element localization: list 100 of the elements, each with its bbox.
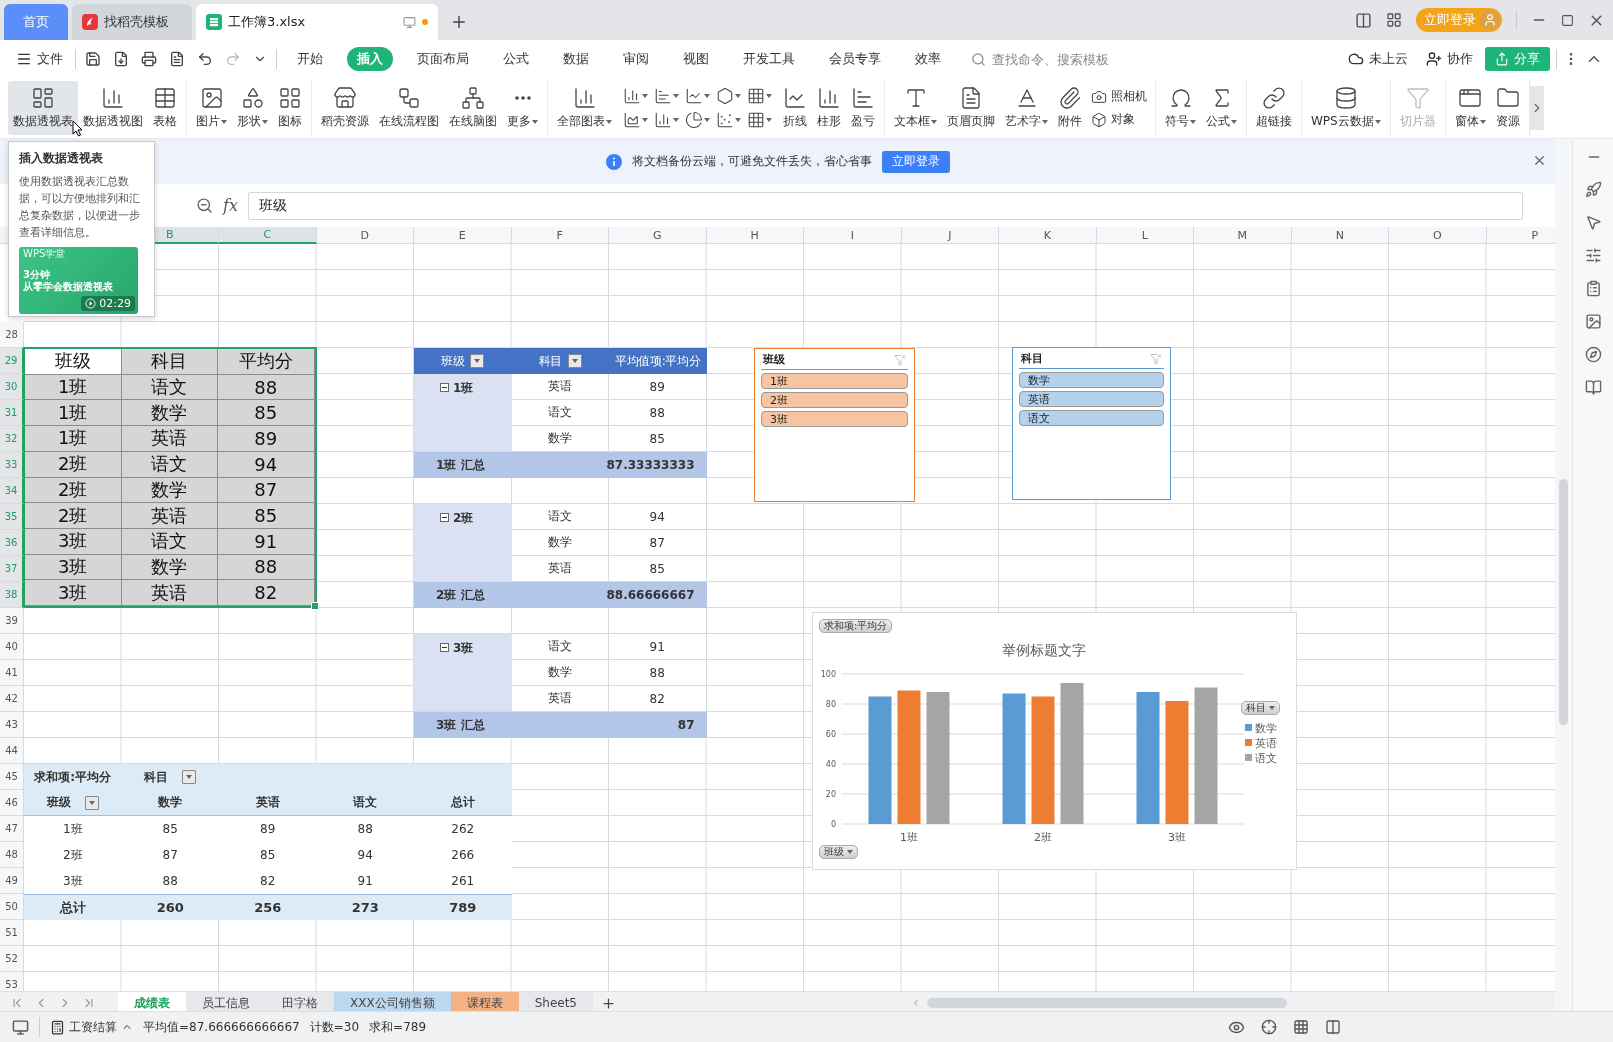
ribbon-button[interactable]: 超链接 bbox=[1251, 81, 1297, 135]
filter-dropdown-button[interactable] bbox=[470, 354, 485, 368]
filter-dropdown-button[interactable] bbox=[182, 770, 197, 784]
collapse-toggle-icon[interactable] bbox=[440, 383, 449, 392]
ribbon-button[interactable]: 公式 bbox=[1201, 81, 1242, 135]
column-header[interactable]: L bbox=[1096, 227, 1194, 244]
row-number[interactable]: 52 bbox=[0, 946, 24, 972]
ribbon-button[interactable]: 盈亏 bbox=[846, 81, 880, 135]
document-icon[interactable] bbox=[169, 51, 185, 67]
menu-tab[interactable]: 视图 bbox=[673, 47, 719, 71]
ribbon-button[interactable]: 更多 bbox=[502, 81, 543, 135]
save-icon[interactable] bbox=[85, 51, 101, 67]
undo-icon[interactable] bbox=[197, 51, 213, 67]
book-icon[interactable] bbox=[1585, 379, 1602, 396]
grid-icon[interactable] bbox=[1293, 1019, 1309, 1035]
monitor-icon[interactable] bbox=[12, 1018, 29, 1036]
login-button[interactable]: 立即登录 bbox=[881, 150, 950, 173]
split-view-icon[interactable] bbox=[1355, 11, 1372, 29]
collapse-toggle-icon[interactable] bbox=[440, 513, 449, 522]
fill-handle[interactable] bbox=[310, 602, 319, 610]
menu-tab[interactable]: 公式 bbox=[493, 47, 539, 71]
document-tab[interactable]: 工作簿3.xlsx bbox=[196, 4, 438, 40]
chart-type-button[interactable] bbox=[747, 111, 772, 129]
menu-tab[interactable]: 数据 bbox=[553, 47, 599, 71]
menu-tab[interactable]: 会员专享 bbox=[819, 47, 891, 71]
chart-type-button[interactable] bbox=[654, 111, 679, 129]
row-number[interactable]: 51 bbox=[0, 920, 24, 946]
slicer-item[interactable]: 数学 bbox=[1019, 372, 1164, 388]
chart-type-button[interactable] bbox=[716, 87, 741, 105]
ribbon-button[interactable]: 表格 bbox=[148, 81, 182, 135]
menu-tab[interactable]: 审阅 bbox=[613, 47, 659, 71]
video-thumbnail[interactable]: WPS学堂 3分钟 从零学会数据透视表 02:29 bbox=[19, 247, 138, 314]
slicer-item[interactable]: 2班 bbox=[761, 392, 908, 408]
column-header[interactable]: I bbox=[804, 227, 902, 244]
field-button[interactable]: 求和项:平均分 bbox=[819, 619, 893, 633]
column-header[interactable]: K bbox=[999, 227, 1097, 244]
column-header[interactable]: P bbox=[1486, 227, 1555, 244]
row-number[interactable]: 40 bbox=[0, 634, 24, 660]
row-number[interactable]: 46 bbox=[0, 790, 24, 816]
rocket-icon[interactable] bbox=[1585, 181, 1602, 198]
grid-icon[interactable] bbox=[1386, 12, 1402, 28]
image-icon[interactable] bbox=[1585, 313, 1602, 330]
filter-dropdown-button[interactable] bbox=[84, 795, 99, 810]
macro-button[interactable]: 工资结算 bbox=[50, 1018, 133, 1036]
filter-dropdown-button[interactable] bbox=[567, 354, 582, 368]
ribbon-button[interactable]: 数据透视图 bbox=[78, 81, 148, 135]
chart-type-button[interactable] bbox=[623, 111, 648, 129]
search-field[interactable]: 查找命令、搜索模板 bbox=[990, 50, 1154, 68]
menu-tab[interactable]: 效率 bbox=[905, 47, 951, 71]
row-number[interactable]: 44 bbox=[0, 738, 24, 764]
sliders-icon[interactable] bbox=[1585, 247, 1602, 264]
row-number[interactable]: 42 bbox=[0, 686, 24, 712]
row-number[interactable]: 43 bbox=[0, 712, 24, 738]
column-header[interactable]: O bbox=[1389, 227, 1487, 244]
menu-tab[interactable]: 开始 bbox=[287, 47, 333, 71]
row-number[interactable]: 49 bbox=[0, 868, 24, 894]
slicer-item[interactable]: 1班 bbox=[761, 373, 908, 389]
row-number[interactable]: 41 bbox=[0, 660, 24, 686]
chart-type-button[interactable] bbox=[716, 111, 741, 129]
clipboard-icon[interactable] bbox=[1585, 280, 1602, 297]
chart-type-button[interactable] bbox=[685, 111, 710, 129]
column-header[interactable]: H bbox=[706, 227, 804, 244]
printer-icon[interactable] bbox=[141, 51, 157, 67]
maximize-icon[interactable] bbox=[1561, 13, 1574, 27]
ribbon-button[interactable]: 附件 bbox=[1053, 81, 1087, 135]
field-button[interactable]: 班级 bbox=[819, 845, 858, 859]
document-tab[interactable]: 找稻壳模板 bbox=[72, 4, 192, 40]
ribbon-button[interactable]: 在线脑图 bbox=[444, 81, 502, 135]
file-menu[interactable]: 文件 bbox=[10, 47, 69, 71]
row-number[interactable]: 39 bbox=[0, 608, 24, 634]
page-view-icon[interactable] bbox=[1325, 1019, 1341, 1035]
function-label[interactable]: fx bbox=[223, 196, 238, 215]
row-number[interactable]: 53 bbox=[0, 972, 24, 991]
ribbon-button[interactable]: WPS云数据 bbox=[1306, 81, 1386, 135]
ribbon-button[interactable]: 全部图表 bbox=[552, 81, 617, 135]
row-number[interactable]: 28 bbox=[0, 322, 24, 348]
ribbon-button[interactable]: 柱形 bbox=[812, 81, 846, 135]
column-header[interactable]: E bbox=[414, 227, 512, 244]
ribbon-button[interactable]: 符号 bbox=[1160, 81, 1201, 135]
cloud-button[interactable]: 未上云 bbox=[1342, 47, 1414, 71]
row-number[interactable]: 47 bbox=[0, 816, 24, 842]
ribbon-button[interactable]: 折线 bbox=[778, 81, 812, 135]
file-arrow-icon[interactable] bbox=[113, 51, 129, 67]
ribbon-button[interactable]: 页眉页脚 bbox=[942, 81, 1000, 135]
slicer-item[interactable]: 语文 bbox=[1019, 410, 1164, 426]
menu-tab[interactable]: 开发工具 bbox=[733, 47, 805, 71]
ribbon-button[interactable]: 图标 bbox=[273, 81, 307, 135]
crosshair-icon[interactable] bbox=[1261, 1019, 1277, 1035]
close-button[interactable] bbox=[1532, 153, 1547, 168]
column-header[interactable]: G bbox=[609, 227, 707, 244]
menu-tab[interactable]: 页面布局 bbox=[407, 47, 479, 71]
row-number[interactable]: 45 bbox=[0, 764, 24, 790]
chart-type-button[interactable] bbox=[685, 87, 710, 105]
slicer-item[interactable]: 英语 bbox=[1019, 391, 1164, 407]
ribbon-button[interactable]: 照相机 bbox=[1091, 88, 1147, 105]
sheet-tab[interactable]: 员工信息 bbox=[186, 992, 266, 1014]
chart-type-button[interactable] bbox=[654, 87, 679, 105]
ribbon-button[interactable]: 数据透视表 bbox=[8, 81, 78, 135]
vertical-scrollbar[interactable] bbox=[1555, 139, 1572, 1011]
column-header[interactable]: J bbox=[901, 227, 999, 244]
